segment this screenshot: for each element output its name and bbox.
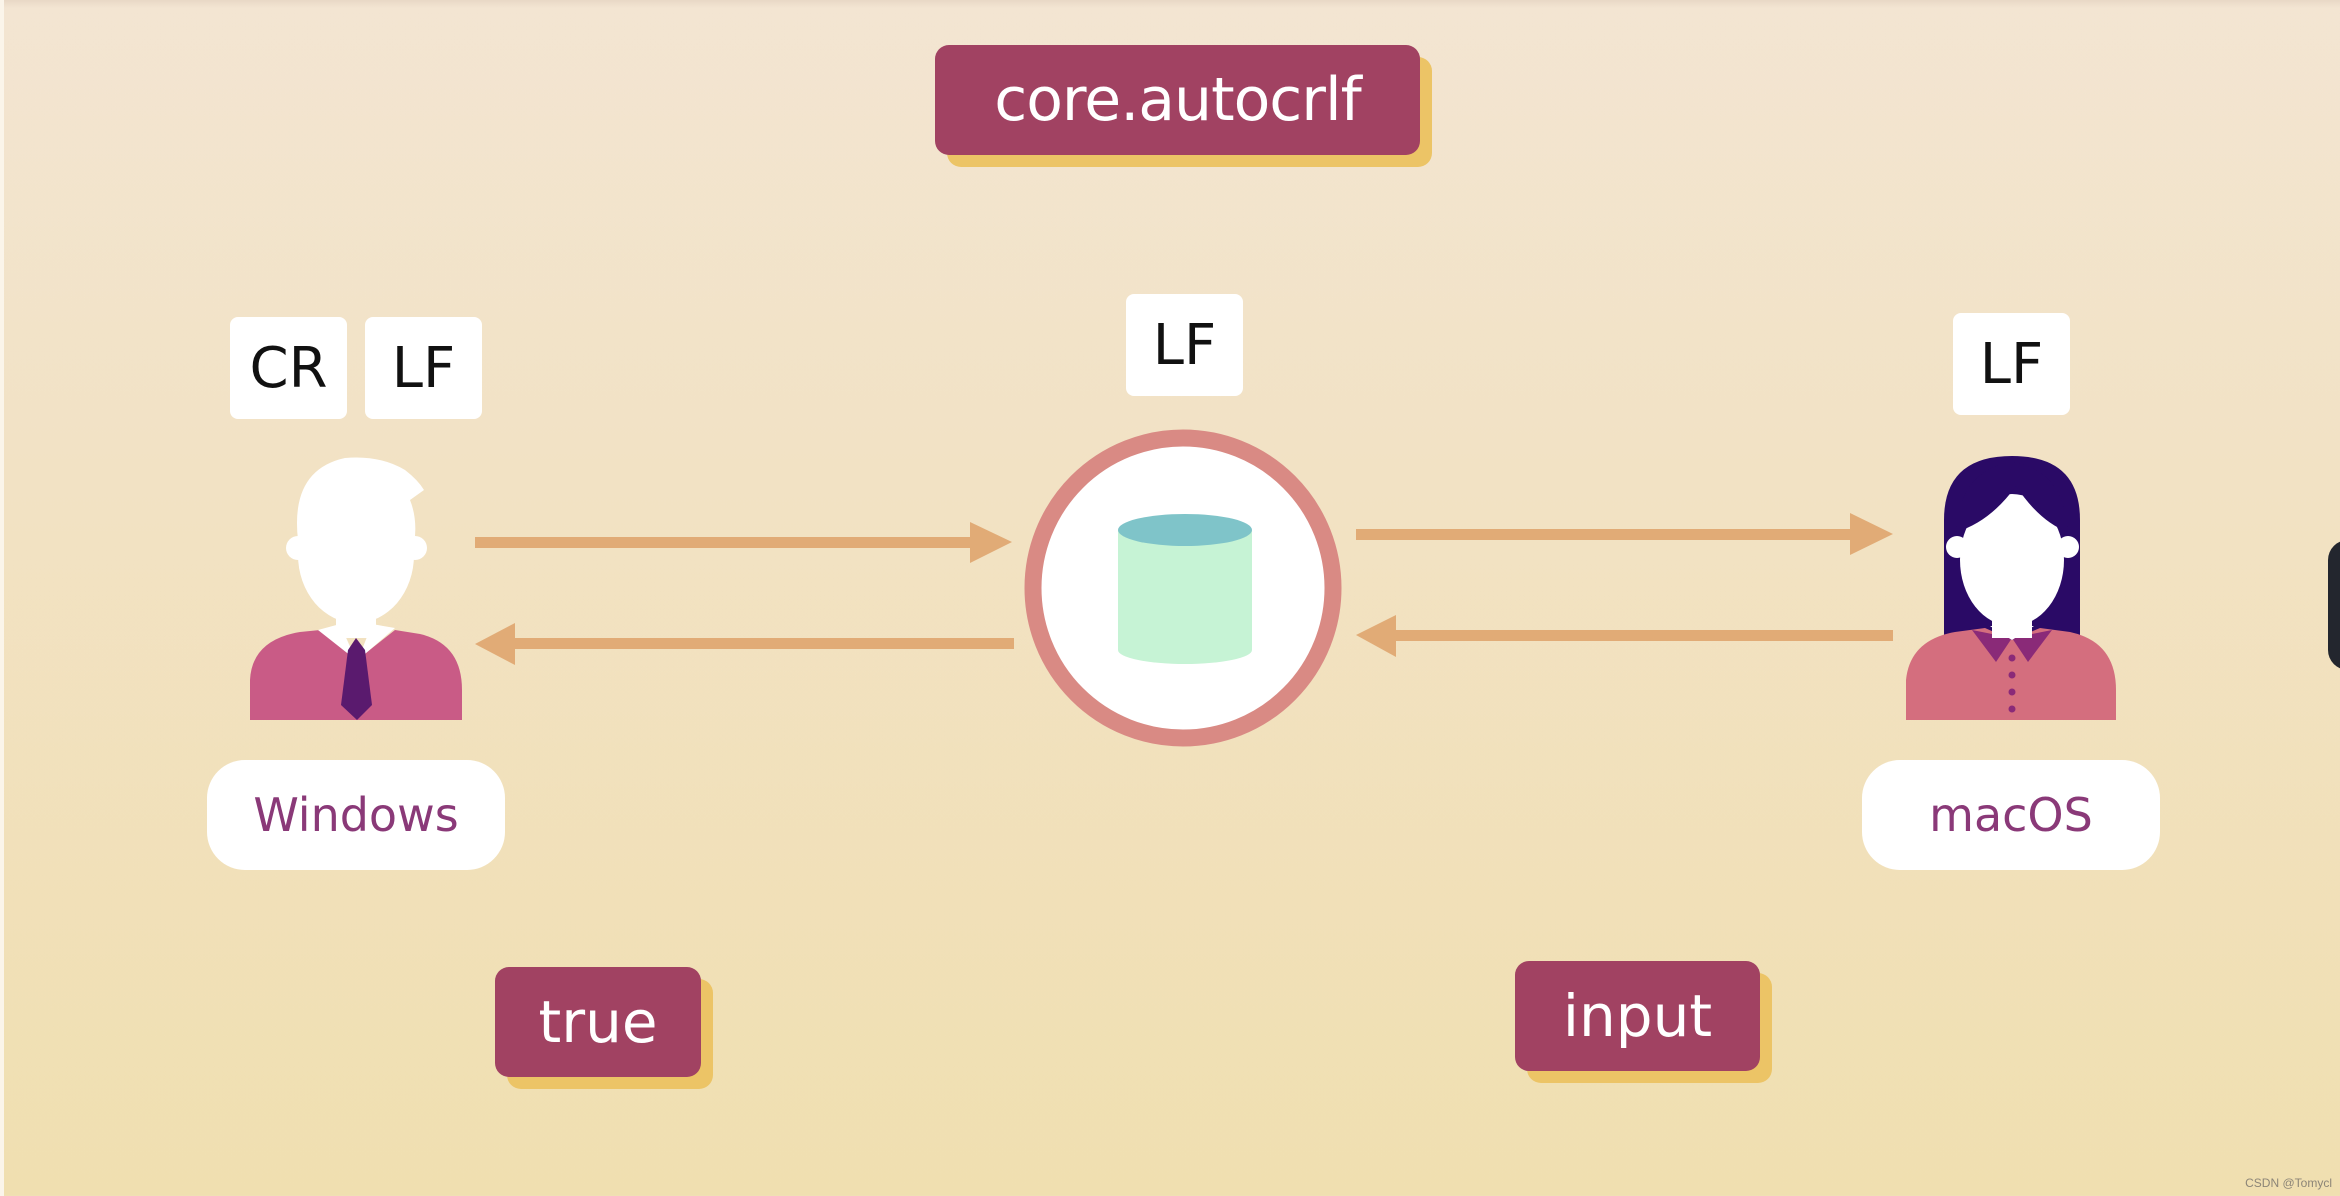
- repository-node: [1024, 429, 1342, 747]
- arrow-repo-to-windows: [475, 623, 1014, 665]
- macos-setting-tag: input: [1515, 961, 1760, 1071]
- diagram-graphics: [250, 429, 2116, 747]
- macos-label-text: macOS: [1929, 788, 2093, 842]
- macos-label: macOS: [1862, 760, 2160, 870]
- side-panel-handle[interactable]: [2328, 540, 2340, 670]
- arrow-windows-to-repo: [475, 522, 1012, 563]
- database-icon: [1118, 514, 1252, 664]
- arrow-macos-to-repo: [1356, 615, 1893, 657]
- windows-user-icon: [250, 457, 462, 720]
- windows-setting-text: true: [538, 988, 658, 1056]
- watermark: CSDN @Tomycl: [2245, 1176, 2332, 1190]
- windows-label: Windows: [207, 760, 505, 870]
- macos-setting-text: input: [1562, 982, 1713, 1050]
- arrow-repo-to-macos: [1356, 513, 1893, 555]
- windows-setting-tag: true: [495, 967, 701, 1077]
- macos-user-icon: [1906, 456, 2116, 720]
- windows-label-text: Windows: [253, 788, 459, 842]
